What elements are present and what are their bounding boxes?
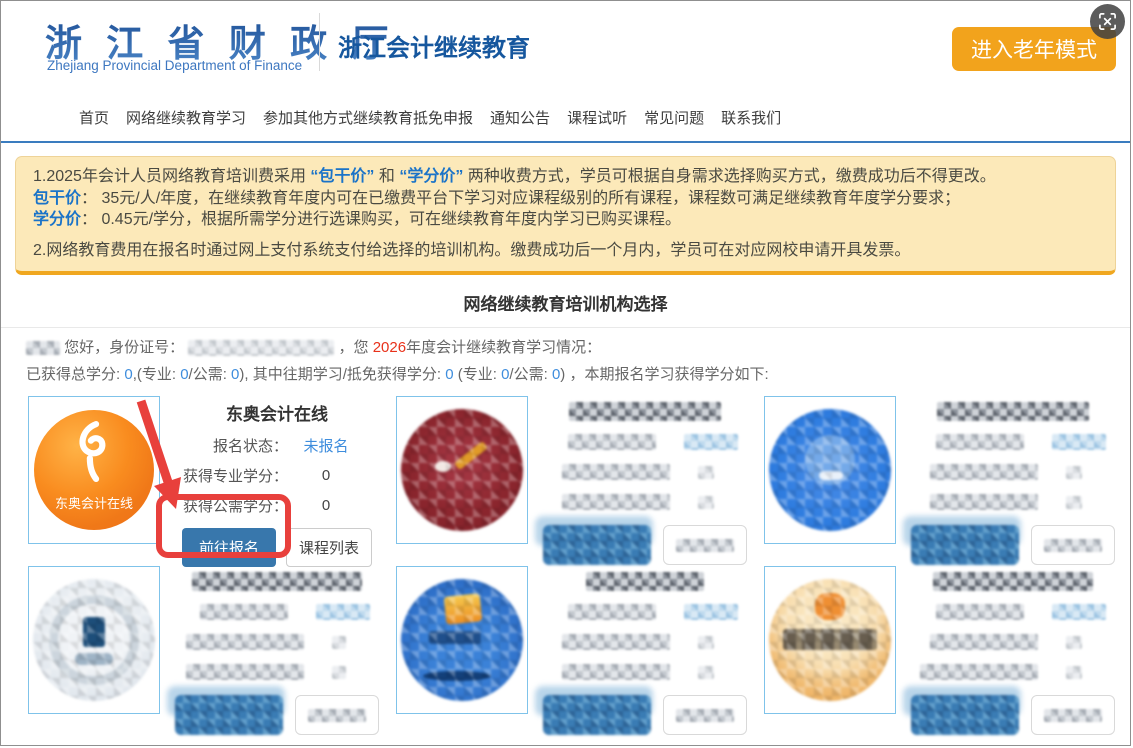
section-title: 网络继续教育培训机构选择 [1,290,1130,315]
dongao-logo-circle: 东奥会计在线 [34,410,154,530]
nav-item-announcements[interactable]: 通知公告 [490,107,550,128]
blurred-signup-button[interactable] [175,693,283,735]
blurred-course-list-button[interactable] [663,525,747,565]
card-buttons: 前往报名 课程列表 [166,528,388,567]
institution-logo[interactable] [764,566,896,714]
blurred-card-info [896,396,1131,566]
institution-logo[interactable] [396,396,528,544]
public-credit-row: 获得公需学分： 0 [166,495,388,515]
nav-item-faq[interactable]: 常见问题 [644,107,704,128]
signup-button[interactable]: 前往报名 [182,528,276,567]
blurred-logo-circle [769,579,891,701]
screenshot-translate-icon[interactable] [1090,4,1125,39]
dongao-logo[interactable]: 东奥会计在线 [28,396,160,544]
finance-dept-logo-english: Zhejiang Provincial Department of Financ… [47,58,302,73]
dongao-logo-caption: 东奥会计在线 [34,493,154,512]
institution-grid: 东奥会计在线 东奥会计在线 报名状态： 未报名 获得专业学分： 0 获得公需学分… [28,396,1130,736]
institution-card-blurred [396,566,764,736]
blurred-signup-button[interactable] [911,523,1019,565]
nav-item-home[interactable]: 首页 [79,107,109,128]
user-greeting-line: 您好，身份证号： ，您 2026年度会计继续教育学习情况： [26,336,1130,357]
public-credit-value: 0 [288,497,364,514]
institution-card-blurred [764,566,1131,736]
blurred-logo-circle [401,579,523,701]
blurred-institution-name [933,572,1093,591]
institution-name: 东奥会计在线 [166,400,388,425]
professional-credit-value: 0 [288,467,364,484]
institution-card-blurred [764,396,1131,566]
blurred-card-info [528,396,764,566]
redacted-user-name [26,341,60,355]
nav-item-online-learning[interactable]: 网络继续教育学习 [126,107,246,128]
blurred-course-list-button[interactable] [663,695,747,735]
institution-card-dongao: 东奥会计在线 东奥会计在线 报名状态： 未报名 获得专业学分： 0 获得公需学分… [28,396,396,566]
institution-logo[interactable] [764,396,896,544]
institution-logo[interactable] [28,566,160,714]
blurred-logo-circle [33,579,155,701]
nav-underline [1,141,1130,143]
header: 浙 江 省 财 政 厅 Zhejiang Provincial Departme… [1,1,1130,93]
blurred-institution-name [192,572,362,591]
elderly-mode-button[interactable]: 进入老年模式 [952,27,1116,71]
fee-notice-box: 1.2025年会计人员网络教育培训费采用 “包干价” 和 “学分价” 两种收费方… [15,156,1116,275]
status-value: 未报名 [288,435,364,456]
nav-item-contact[interactable]: 联系我们 [721,107,781,128]
blurred-signup-button[interactable] [911,693,1019,735]
blurred-course-list-button[interactable] [1031,695,1115,735]
dongao-card-info: 东奥会计在线 报名状态： 未报名 获得专业学分： 0 获得公需学分： 0 前往报… [160,396,396,566]
user-info: 您好，身份证号： ，您 2026年度会计继续教育学习情况： 已获得总学分: 0,… [1,336,1130,384]
blurred-institution-name [586,572,704,591]
blurred-logo-circle [769,409,891,531]
blurred-institution-name [937,402,1089,421]
main-nav: 首页 网络继续教育学习 参加其他方式继续教育抵免申报 通知公告 课程试听 常见问… [1,93,1130,141]
blurred-institution-name [569,402,721,421]
blurred-card-info [160,566,396,736]
notice-line-4: 2.网络教育费用在报名时通过网上支付系统支付给选择的培训机构。缴费成功后一个月内… [33,240,1098,262]
blurred-signup-button[interactable] [543,523,651,565]
professional-credit-row: 获得专业学分： 0 [166,465,388,485]
notice-line-3: 学分价： 0.45元/学分，根据所需学分进行选课购买，可在继续教育年度内学习已购… [33,209,1098,231]
status-row: 报名状态： 未报名 [166,435,388,455]
institution-logo[interactable] [396,566,528,714]
course-list-button[interactable]: 课程列表 [286,528,372,567]
page: 浙 江 省 财 政 厅 Zhejiang Provincial Departme… [0,0,1131,746]
institution-card-blurred [396,396,764,566]
institution-card-blurred [28,566,396,736]
blurred-card-info [528,566,764,736]
site-title: 浙江会计继续教育 [338,28,530,63]
year-highlight: 2026 [373,339,406,356]
blurred-logo-circle [401,409,523,531]
redacted-id-number [188,340,334,356]
header-divider [319,13,320,71]
credit-summary-line: 已获得总学分: 0,(专业: 0/公需: 0), 其中往期学习/抵免获得学分: … [26,363,1130,384]
nav-item-credit-exemption[interactable]: 参加其他方式继续教育抵免申报 [263,107,473,128]
section-divider [1,327,1130,328]
blurred-card-info [896,566,1131,736]
notice-line-1: 1.2025年会计人员网络教育培训费采用 “包干价” 和 “学分价” 两种收费方… [33,166,1098,188]
nav-item-course-preview[interactable]: 课程试听 [567,107,627,128]
notice-line-2: 包干价： 35元/人/年度，在继续教育年度内可在已缴费平台下学习对应课程级别的所… [33,188,1098,210]
blurred-course-list-button[interactable] [295,695,379,735]
blurred-course-list-button[interactable] [1031,525,1115,565]
blurred-signup-button[interactable] [543,693,651,735]
